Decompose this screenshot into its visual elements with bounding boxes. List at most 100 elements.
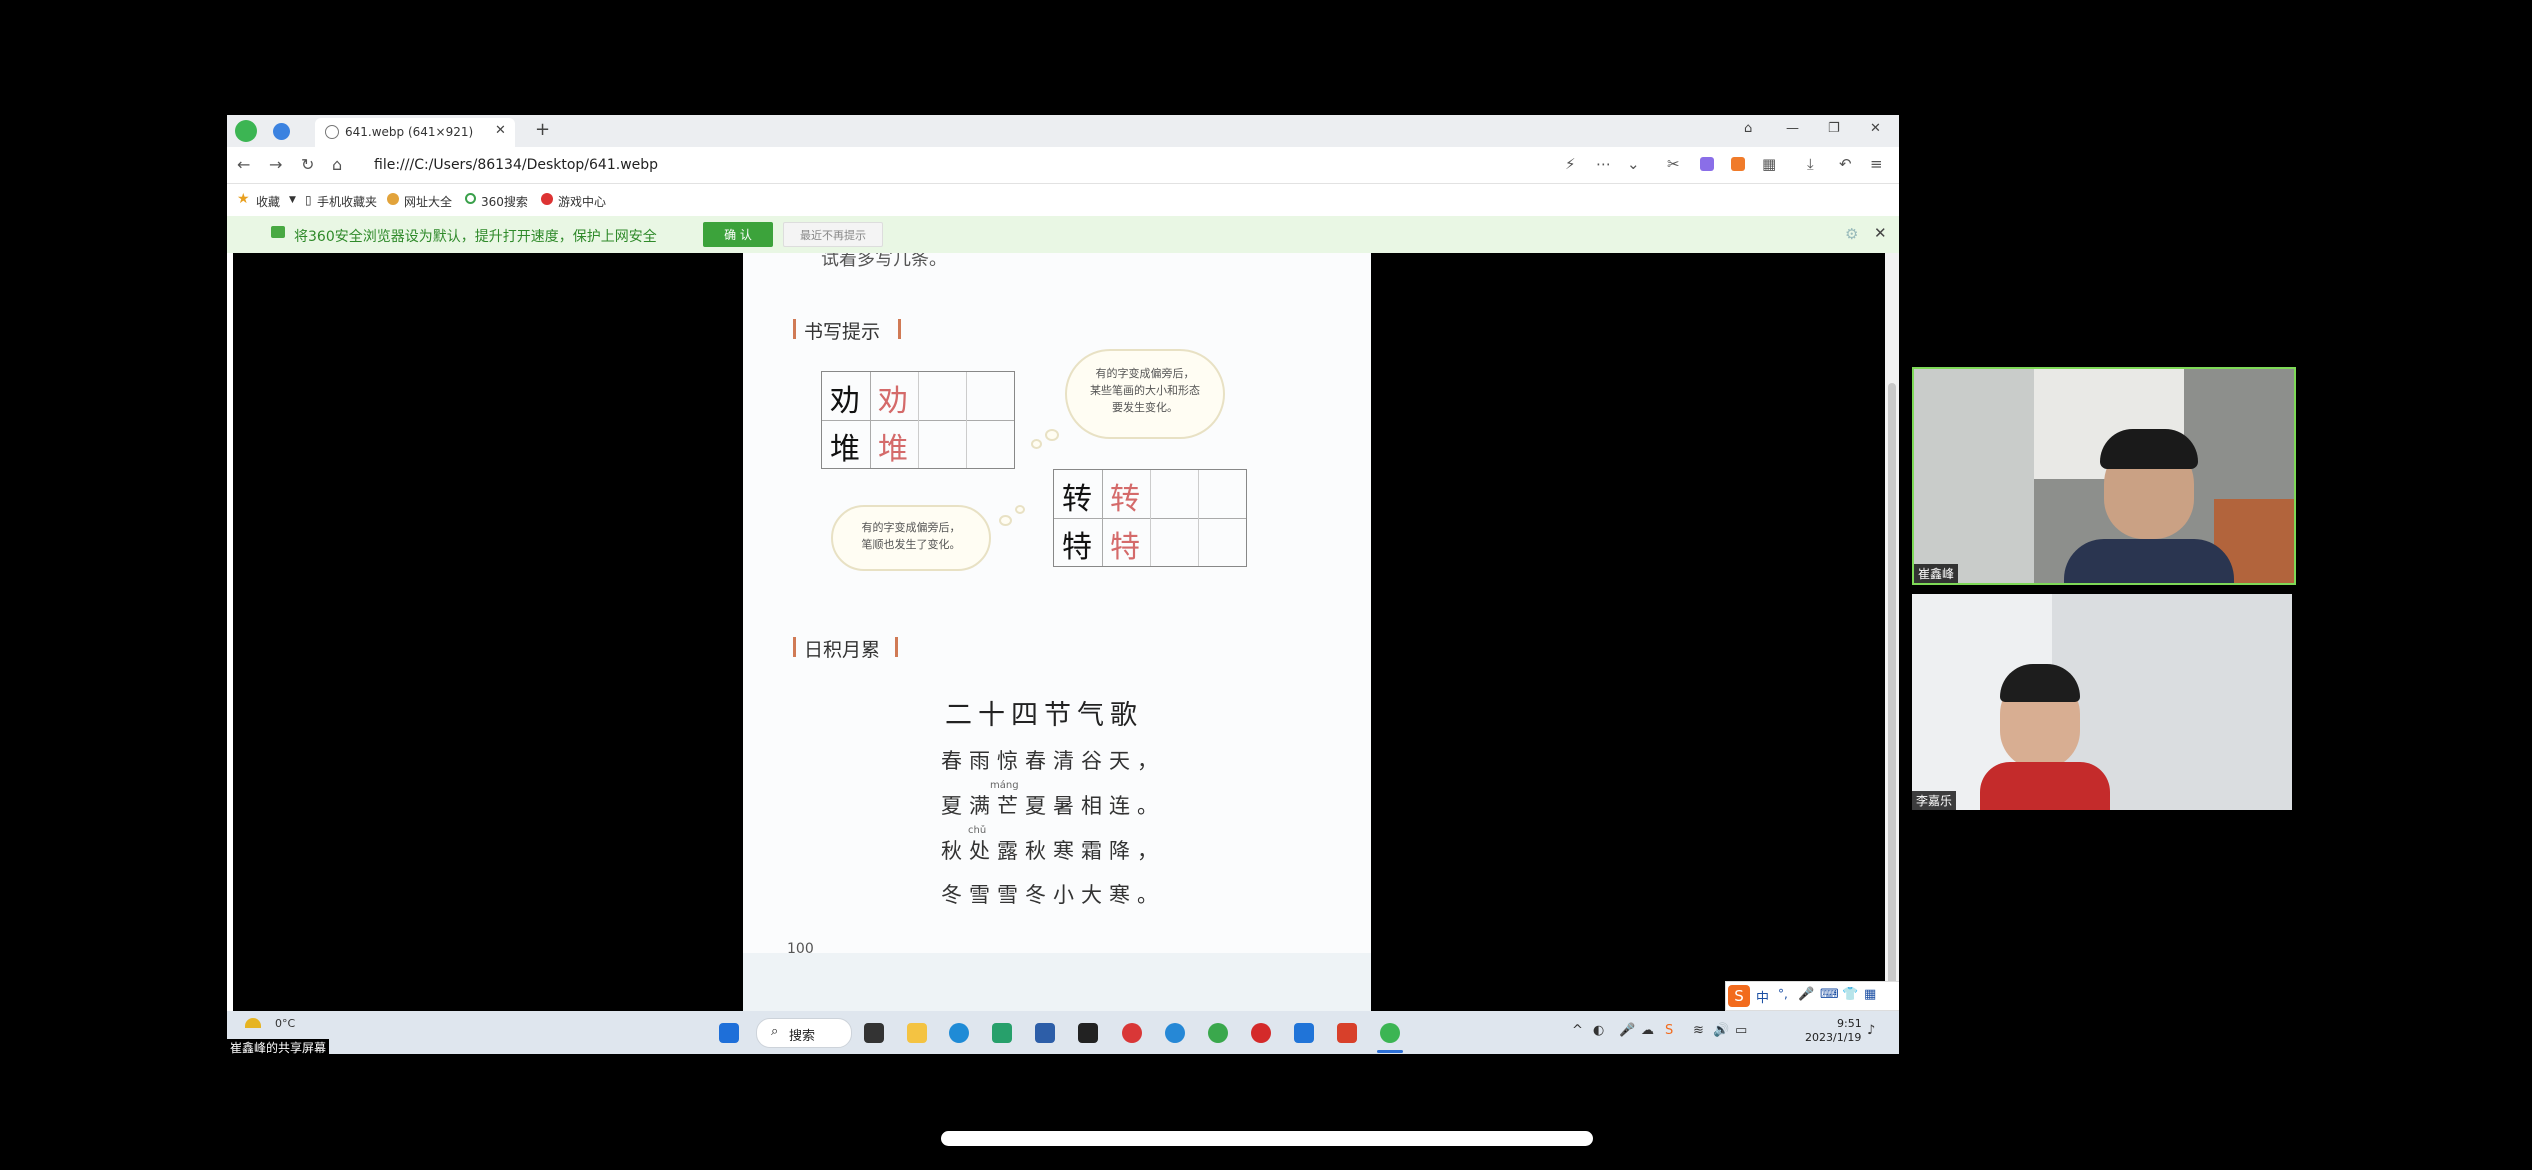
grid-char: 转 [1062,482,1092,517]
tray-overflow-icon[interactable]: ^ [1572,1023,1583,1038]
person-shirt [2064,539,2234,583]
poem-line: 冬雪雪冬小大寒。 [941,883,1165,907]
extension-orange-icon[interactable] [1731,157,1745,171]
settings-gear-icon[interactable]: ⚙ [1845,225,1858,243]
file-explorer-icon[interactable] [907,1023,927,1043]
home-indicator[interactable] [941,1131,1593,1146]
game-center-icon [541,193,553,205]
undo-icon[interactable]: ↶ [1839,155,1852,173]
bookmark-game-center[interactable]: 游戏中心 [558,193,606,210]
image-viewport[interactable]: 试着多写几条。 书写提示 劝 劝 堆 堆 有的字变成偏旁后， 某些笔画的大小和形… [233,253,1885,1011]
music-app-icon[interactable] [1122,1023,1142,1043]
minimize-button[interactable]: — [1786,121,1799,136]
clock-date[interactable]: 2023/1/19 [1805,1031,1861,1044]
hint-cloud-bottom: 有的字变成偏旁后， 笔顺也发生了变化。 [831,505,991,571]
forward-icon[interactable]: → [269,155,282,174]
menu-icon[interactable]: ≡ [1870,155,1883,173]
more-icon[interactable]: ⋯ [1596,155,1611,173]
close-window-button[interactable]: ✕ [1870,121,1881,136]
bookmark-web-directory[interactable]: 网址大全 [404,193,452,210]
punctuation-icon[interactable]: °, [1778,987,1788,1001]
notification-bell-icon[interactable]: ♪ [1867,1023,1875,1038]
restore-button[interactable]: ❐ [1828,121,1840,136]
search-icon: ⌕ [771,1024,779,1039]
360-browser-logo-icon[interactable] [235,120,257,142]
meeting-icon[interactable] [1294,1023,1314,1043]
app-icon[interactable] [1078,1023,1098,1043]
shield-icon[interactable] [273,123,290,140]
textbook-page-image: 试着多写几条。 书写提示 劝 劝 堆 堆 有的字变成偏旁后， 某些笔画的大小和形… [743,253,1371,1011]
wps-icon[interactable] [1337,1023,1357,1043]
360-browser-taskbar-icon[interactable] [1380,1023,1400,1043]
notification-message: 将360安全浏览器设为默认，提升打开速度，保护上网安全 [294,229,657,245]
bookmark-360-search[interactable]: 360搜索 [481,193,528,210]
dont-show-again-button[interactable]: 最近不再提示 [783,222,883,247]
weather-icon[interactable] [245,1018,261,1028]
scrollbar-thumb[interactable] [1888,383,1896,993]
confirm-button[interactable]: 确 认 [703,222,773,247]
wifi-icon[interactable]: ≋ [1693,1023,1704,1038]
download-icon[interactable]: ⤓ [1807,155,1814,173]
scissors-icon[interactable]: ✂ [1667,155,1680,173]
home-icon[interactable]: ⌂ [332,155,342,174]
ie-icon[interactable] [1165,1023,1185,1043]
new-tab-button[interactable]: + [535,119,550,140]
keyboard-icon[interactable]: ⌨ [1820,987,1839,1002]
windows-start-icon[interactable] [719,1023,739,1043]
screen-share-label: 崔鑫峰的共享屏幕 [227,1039,330,1054]
microphone-icon[interactable]: 🎤 [1798,987,1814,1002]
cloud-text: 有的字变成偏旁后， [1095,367,1195,380]
tray-sogou-icon[interactable]: S [1665,1023,1673,1038]
tray-app-icon[interactable]: ◐ [1593,1023,1604,1038]
person-hair [2100,429,2198,469]
sogou-ime-icon[interactable]: S [1728,985,1750,1007]
cut-off-text: 试着多写几条。 [821,253,947,270]
bookmark-mobile[interactable]: 手机收藏夹 [317,193,377,210]
wechat-icon[interactable] [1208,1023,1228,1043]
reload-icon[interactable]: ↻ [301,155,314,174]
edge-icon[interactable] [949,1023,969,1043]
section-bar-left [793,319,796,339]
apps-grid-icon[interactable]: ▦ [1762,155,1776,173]
taskbar-search[interactable]: ⌕ 搜索 [756,1018,852,1048]
address-input[interactable] [374,152,1554,178]
weather-temp[interactable]: 0°C [275,1017,295,1030]
tray-cloud-icon[interactable]: ☁ [1641,1023,1654,1038]
clock-time[interactable]: 9:51 [1837,1017,1862,1030]
toolbox-icon[interactable]: ▦ [1864,987,1876,1002]
cloud-text: 笔顺也发生了变化。 [861,538,961,551]
mail-icon[interactable] [992,1023,1012,1043]
search-label: 搜索 [789,1029,816,1044]
store-icon[interactable] [1035,1023,1055,1043]
vertical-scrollbar[interactable] [1885,253,1899,1011]
shirt-icon[interactable]: ⌂ [1744,121,1752,136]
chevron-down-icon[interactable]: ▼ [289,195,296,205]
netease-music-icon[interactable] [1251,1023,1271,1043]
tray-microphone-icon[interactable]: 🎤 [1619,1023,1635,1038]
phone-icon: ▯ [305,193,312,207]
tab-close-icon[interactable]: ✕ [495,123,506,138]
lock-icon [271,226,285,238]
back-icon[interactable]: ← [237,155,250,174]
chevron-down-icon[interactable]: ⌄ [1627,155,1640,173]
lightning-icon[interactable]: ⚡ [1565,155,1576,173]
volume-icon[interactable]: 🔊 [1713,1023,1729,1038]
poem-line: 秋处露秋寒霜降， [941,839,1165,863]
person-jacket [1980,762,2110,810]
battery-icon[interactable]: ▭ [1735,1023,1747,1038]
participant-video-2[interactable]: 李嘉乐 [1912,594,2292,810]
section-title-accumulate: 日积月累 [804,639,881,661]
browser-tab-bar: 641.webp (641×921) ✕ + ⌂ — ❐ ✕ [227,115,1899,147]
cloud-dot [999,515,1012,526]
ime-mode-icon[interactable]: 中 [1756,987,1769,1006]
browser-tab[interactable]: 641.webp (641×921) ✕ [315,118,515,147]
extension-purple-icon[interactable] [1700,157,1714,171]
skin-icon[interactable]: 👕 [1842,987,1858,1002]
poem-line: 春雨惊春清谷天， [941,749,1165,773]
task-view-icon[interactable] [864,1023,884,1043]
section-bar-right [895,637,898,657]
participant-video-1[interactable]: 崔鑫峰 [1912,367,2296,585]
bookmark-favorites[interactable]: 收藏 [256,193,280,210]
active-app-indicator [1377,1050,1403,1053]
close-notification-icon[interactable]: ✕ [1874,224,1887,242]
